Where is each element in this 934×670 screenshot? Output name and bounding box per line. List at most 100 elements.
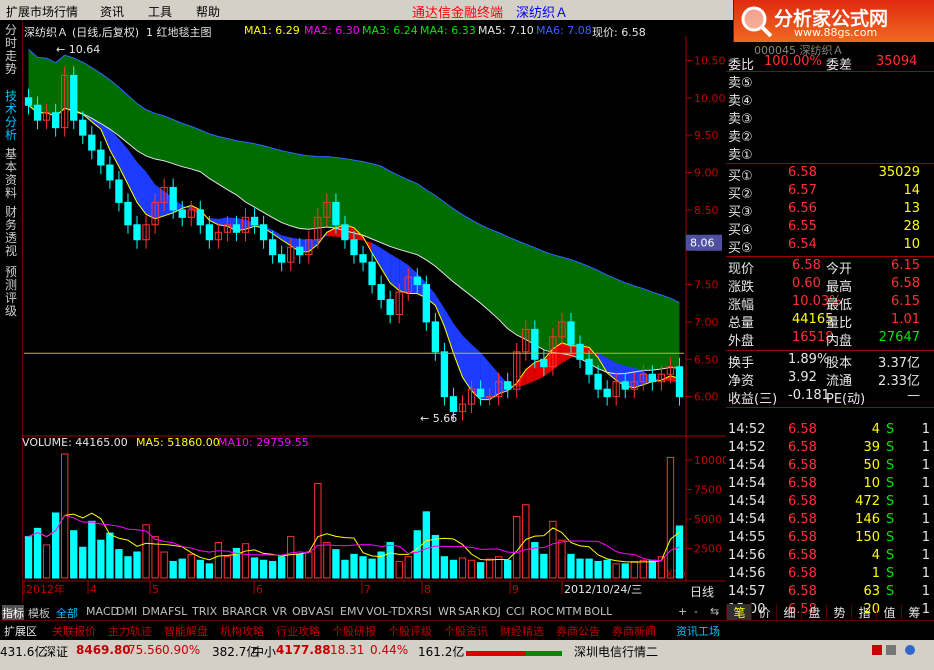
status-sme-change: 18.31 — [330, 643, 365, 657]
tray-icons[interactable] — [870, 642, 930, 658]
volume-bar — [196, 559, 204, 579]
date-label: 2012年 — [26, 582, 65, 596]
tick-price: 6.58 — [788, 512, 817, 527]
menu-item-news[interactable]: 资讯 — [100, 3, 124, 20]
tick-price: 6.58 — [788, 440, 817, 455]
indicator-tab[interactable]: RSI — [414, 605, 432, 618]
category-tab[interactable]: 个股评级 — [388, 623, 432, 639]
quote-tab[interactable]: 指 — [851, 604, 877, 621]
indicator-tab[interactable]: WR — [438, 605, 457, 618]
tab-technical[interactable]: 技术分析 — [2, 90, 20, 142]
candle-body — [449, 396, 458, 413]
quote-tab[interactable]: 筹 — [901, 604, 927, 621]
candle-body — [205, 224, 214, 241]
tick-volume: 150 — [855, 530, 880, 545]
volume-bar — [576, 558, 584, 579]
category-tab[interactable]: 行业攻略 — [276, 623, 320, 639]
ma-ribbon-segment — [146, 171, 156, 219]
tab-intraday[interactable]: 分时走势 — [2, 24, 20, 76]
candle-body — [576, 343, 584, 360]
tick-volume: 63 — [863, 584, 880, 599]
indicator-tab[interactable]: EMV — [340, 605, 364, 618]
volume-bar — [639, 559, 647, 579]
category-tab[interactable]: 主力轨迹 — [108, 623, 152, 639]
quote-tab[interactable]: 细 — [776, 604, 802, 621]
buy-level-volume: 14 — [903, 183, 920, 198]
volume-bar — [205, 563, 214, 579]
category-tab[interactable]: 扩展区 — [4, 623, 37, 639]
ma-legend-item: MA5: 7.10 — [478, 24, 534, 37]
indicator-tab[interactable]: BRAR — [222, 605, 252, 618]
quote-tab[interactable]: 价 — [751, 604, 777, 621]
indicator-tab[interactable]: DMI — [116, 605, 137, 618]
tick-volume: 146 — [855, 512, 880, 527]
indicator-tab[interactable]: ROC — [530, 605, 554, 618]
tab-rating[interactable]: 预测评级 — [2, 266, 20, 318]
quote-tab[interactable]: 笔 — [726, 604, 752, 621]
category-tab[interactable]: 个股研报 — [332, 623, 376, 639]
indicator-tab[interactable]: MACD — [86, 605, 119, 618]
price-tick-label: 6.00 — [694, 391, 719, 404]
quote-tab[interactable]: 盘 — [801, 604, 827, 621]
volume-bar — [305, 551, 313, 579]
tick-side: S — [886, 548, 895, 563]
indicator-tab[interactable]: VR — [272, 605, 287, 618]
volume-bar — [513, 516, 521, 579]
tick-volume: 50 — [863, 458, 880, 473]
tab-finance[interactable]: 财务透视 — [2, 206, 20, 258]
category-tab[interactable]: 个股资讯 — [444, 623, 488, 639]
stat-value: 6.15 — [891, 294, 920, 309]
indicator-tab[interactable]: 指标 — [2, 605, 24, 621]
indicator-tab[interactable]: + — [678, 605, 687, 618]
stat-label: 净资 — [728, 374, 755, 389]
quote-tab[interactable]: 值 — [876, 604, 902, 621]
ma-ribbon-segment — [118, 138, 128, 185]
indicator-tab[interactable]: 模板 — [28, 605, 50, 621]
period-label[interactable]: 日线 — [690, 585, 714, 599]
volume-bar — [440, 556, 449, 579]
indicator-tab[interactable]: ⇆ — [710, 605, 719, 618]
indicator-tab[interactable]: ASI — [316, 605, 334, 618]
category-tab[interactable]: 智能解盘 — [164, 623, 208, 639]
category-tab[interactable]: 券商新闻 — [612, 623, 656, 639]
candle-body — [540, 358, 548, 368]
weicha-value: 35094 — [876, 54, 918, 69]
indicator-tab[interactable]: CCI — [506, 605, 525, 618]
indicator-tab[interactable]: - — [694, 605, 698, 618]
indicator-tab[interactable]: VOL-TDX — [366, 605, 414, 618]
tick-volume: 472 — [855, 494, 880, 509]
indicator-tab[interactable]: TRIX — [192, 605, 217, 618]
candle-body — [88, 134, 96, 151]
ma-legend-item: MA2: 6.30 — [304, 24, 360, 37]
menu-item-market[interactable]: 扩展市场行情 — [6, 3, 78, 20]
separator — [726, 163, 934, 164]
stat-value: 6.58 — [891, 276, 920, 291]
menu-item-help[interactable]: 帮助 — [196, 3, 220, 20]
indicator-tab[interactable]: FSL — [168, 605, 187, 618]
indicator-tab[interactable]: KDJ — [482, 605, 501, 618]
separator — [726, 350, 934, 351]
category-tab[interactable]: 关联报价 — [52, 623, 96, 639]
volume-bar — [621, 563, 629, 579]
quote-tab[interactable]: 势 — [826, 604, 852, 621]
menu-item-tools[interactable]: 工具 — [148, 3, 172, 20]
buy-level-volume: 10 — [903, 237, 920, 252]
tick-count: 1 — [921, 512, 930, 527]
candle-body — [567, 321, 575, 345]
status-feed[interactable]: 深圳电信行情二 — [574, 643, 658, 660]
indicator-tab[interactable]: BOLL — [584, 605, 612, 618]
tab-fundamentals[interactable]: 基本资料 — [2, 148, 20, 200]
candle-body — [106, 164, 114, 181]
indicator-tab[interactable]: SAR — [458, 605, 480, 618]
volume-bar — [332, 549, 340, 579]
category-tab[interactable]: 券商公告 — [556, 623, 600, 639]
indicator-tab[interactable]: MTM — [556, 605, 582, 618]
category-tab[interactable]: 财经精选 — [500, 623, 544, 639]
indicator-tab[interactable]: DMA — [142, 605, 168, 618]
kline-chart[interactable]: 10.5010.009.509.008.508.007.507.006.506.… — [22, 36, 726, 604]
indicator-tab[interactable]: OBV — [292, 605, 315, 618]
category-tab[interactable]: 机构攻略 — [220, 623, 264, 639]
indicator-tab[interactable]: 全部 — [56, 605, 78, 621]
indicator-tab[interactable]: CR — [252, 605, 267, 618]
category-tab[interactable]: 资讯工场 — [676, 623, 720, 639]
